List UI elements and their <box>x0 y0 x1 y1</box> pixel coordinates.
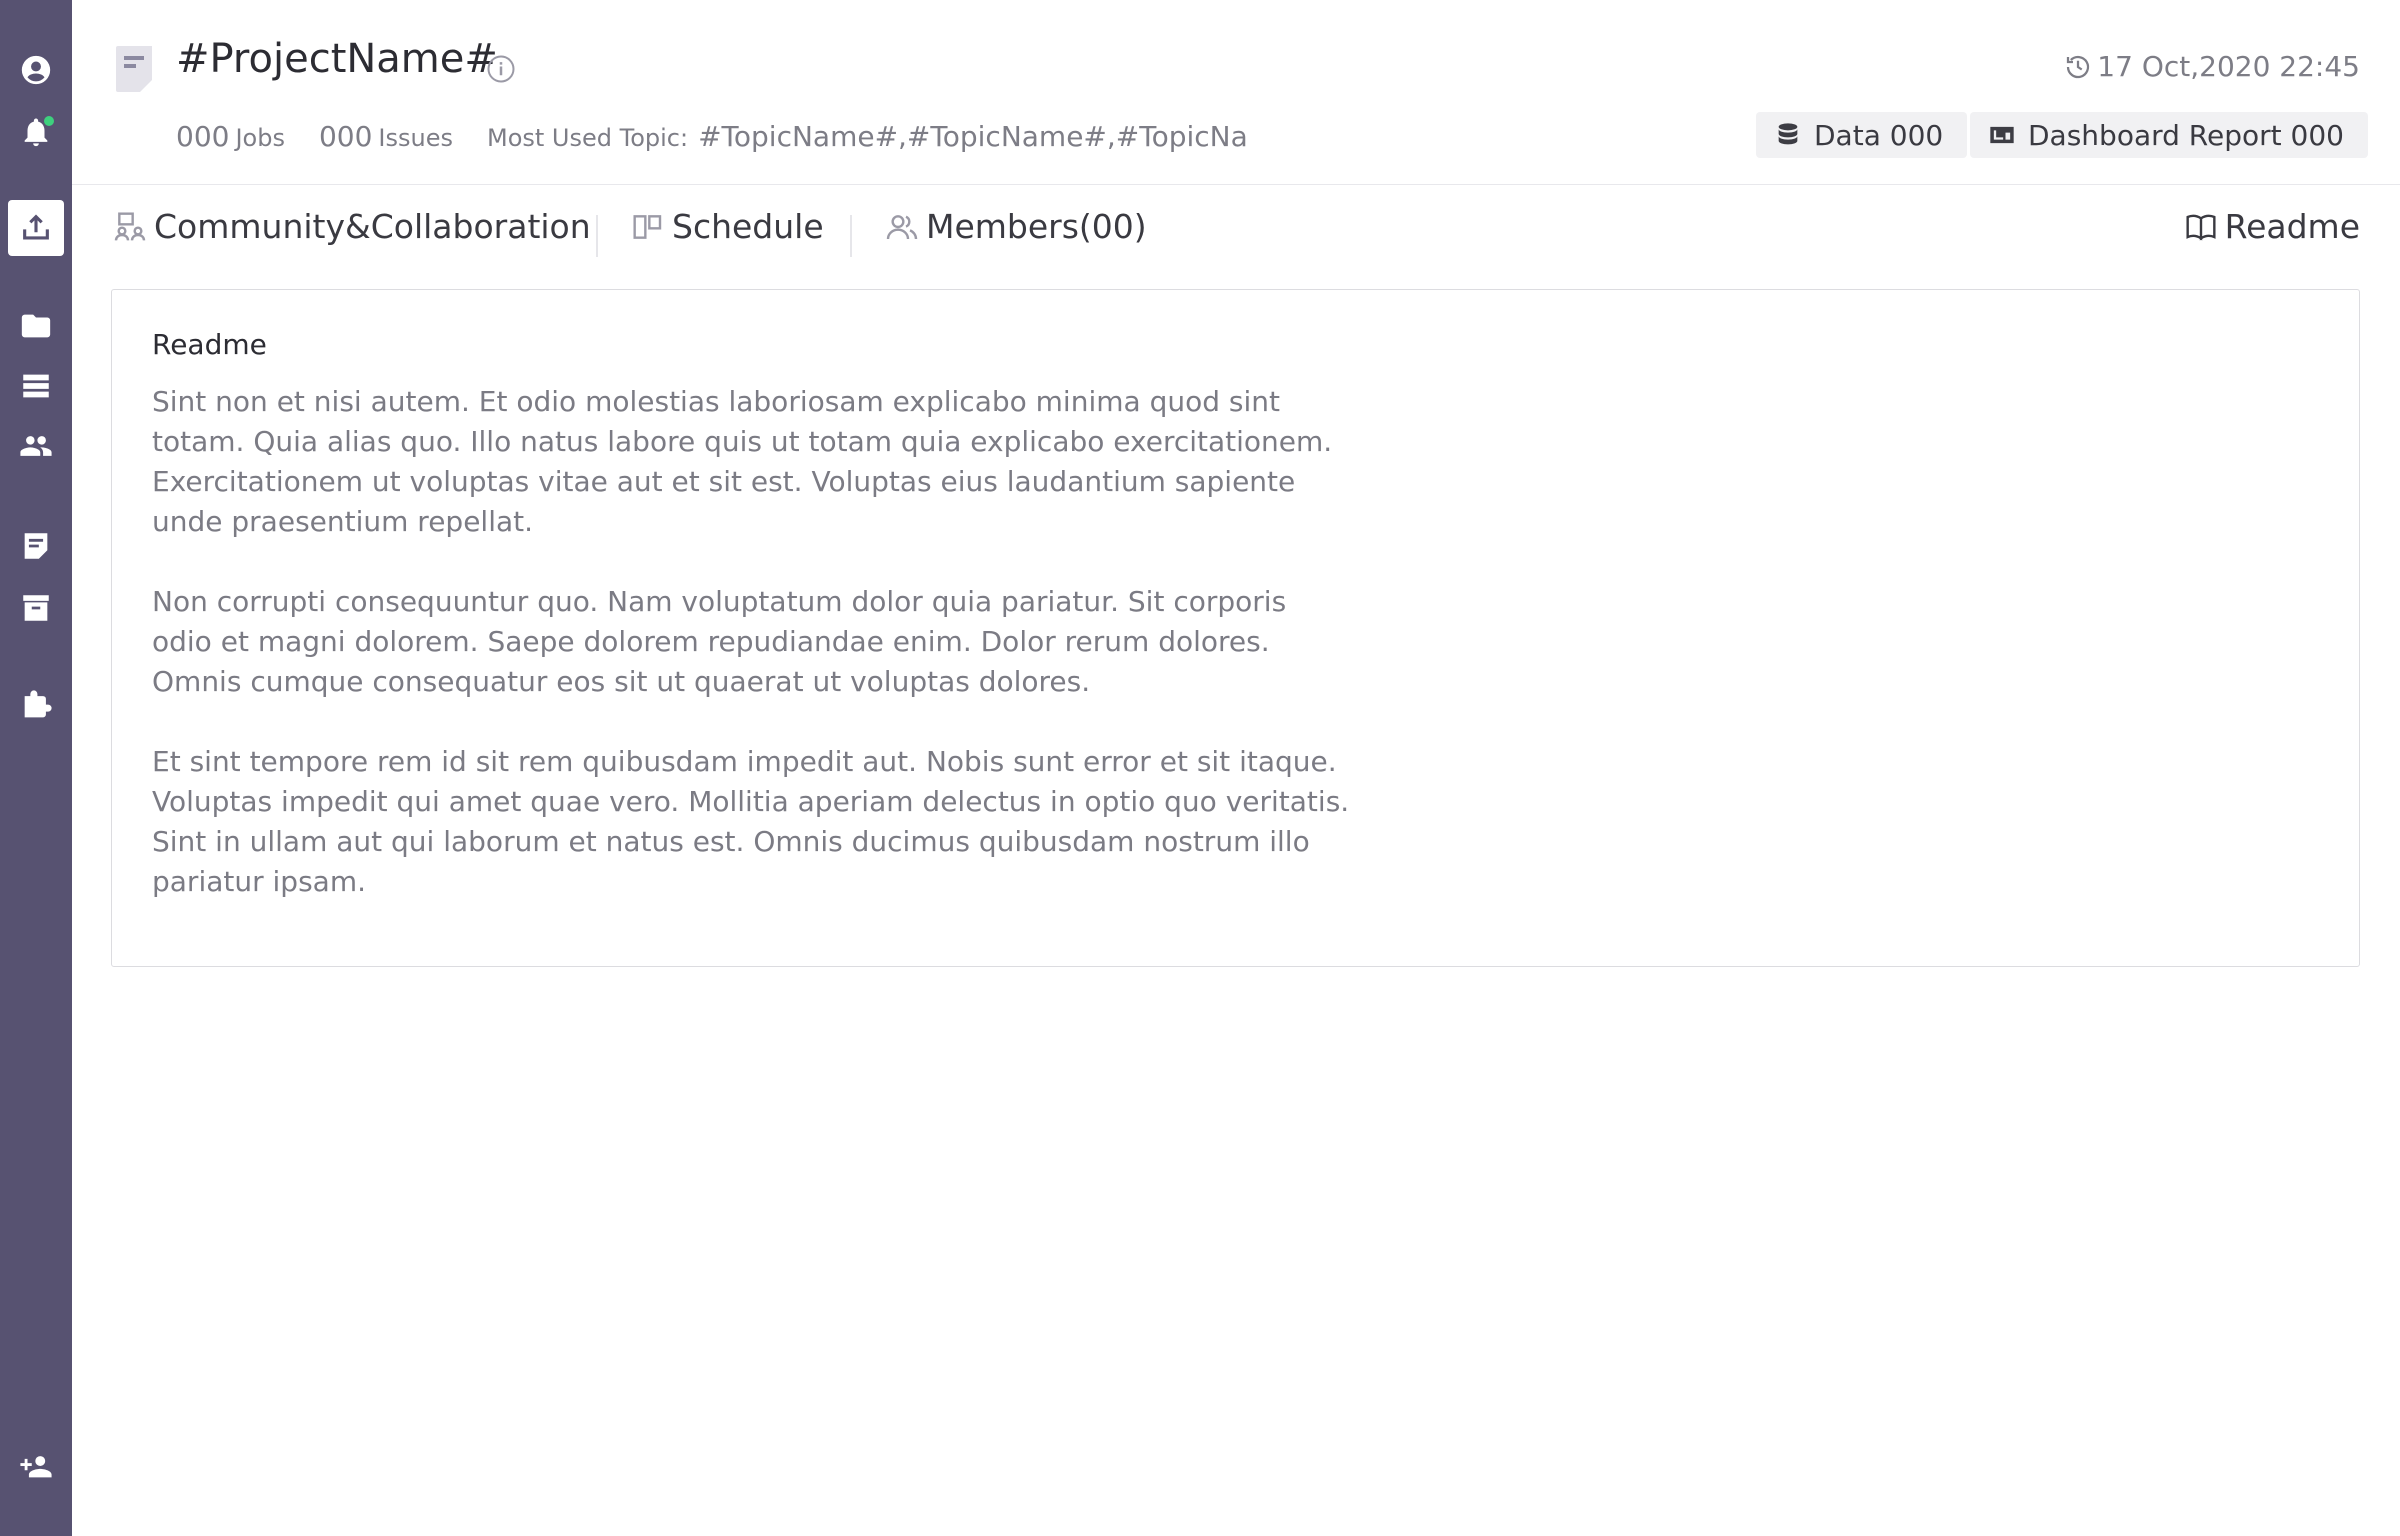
tab-members[interactable]: Members(00) <box>886 207 1147 246</box>
storage-icon[interactable] <box>8 358 64 414</box>
data-pill-label: Data 000 <box>1814 118 1944 152</box>
readme-paragraph: Sint non et nisi autem. Et odio molestia… <box>152 385 1333 538</box>
timestamp-text: 17 Oct,2020 22:45 <box>2097 50 2360 83</box>
account-icon[interactable] <box>8 42 64 98</box>
dashboard-report-pill[interactable]: Dashboard Report 000 <box>1970 112 2368 158</box>
info-icon[interactable] <box>486 54 516 84</box>
issues-label: Issues <box>378 124 453 152</box>
project-title: #ProjectName# <box>176 36 498 82</box>
community-icon <box>114 211 146 240</box>
readme-link[interactable]: Readme <box>2185 207 2360 246</box>
project-header: #ProjectName# 17 Oct,2020 22:45 000 Jobs… <box>72 0 2400 185</box>
note-icon[interactable] <box>8 518 64 574</box>
upload-icon[interactable] <box>8 200 64 256</box>
readme-paragraph: Non corrupti consequuntur quo. Nam volup… <box>152 585 1287 698</box>
tab-schedule-label: Schedule <box>672 207 824 246</box>
tab-community-label: Community&Collaboration <box>154 207 591 246</box>
notification-dot <box>44 116 54 126</box>
last-updated: 17 Oct,2020 22:45 <box>2063 50 2360 83</box>
topic-label: Most Used Topic: <box>486 124 689 152</box>
book-icon <box>2186 214 2216 241</box>
tab-members-label: Members(00) <box>926 207 1147 246</box>
topic-list: #TopicName#,#TopicName#,#TopicNa <box>698 120 1248 153</box>
sidebar <box>0 0 72 1536</box>
tab-divider <box>850 215 852 257</box>
bell-icon[interactable] <box>8 104 64 160</box>
readme-card: Readme Sint non et nisi autem. Et odio m… <box>111 289 2360 967</box>
history-icon <box>2067 55 2090 78</box>
dashboard-pill-label: Dashboard Report 000 <box>2028 118 2344 152</box>
tab-community[interactable]: Community&Collaboration <box>114 207 591 246</box>
database-icon <box>1778 123 1798 145</box>
extension-icon[interactable] <box>8 678 64 734</box>
readme-paragraph: Et sint tempore rem id sit rem quibusdam… <box>152 745 1350 898</box>
document-icon <box>116 46 152 92</box>
readme-title: Readme <box>152 328 267 361</box>
jobs-count: 000 <box>176 120 230 153</box>
issues-count: 000 <box>318 120 373 153</box>
dashboard-icon <box>1990 126 2014 144</box>
tab-bar: Community&Collaboration Schedule Members… <box>72 185 2400 275</box>
archive-icon[interactable] <box>8 580 64 636</box>
data-pill[interactable]: Data 000 <box>1756 112 1968 158</box>
add-user-icon[interactable] <box>8 1438 64 1494</box>
members-icon <box>886 214 918 239</box>
people-icon[interactable] <box>8 418 64 474</box>
jobs-label: Jobs <box>235 124 285 152</box>
board-icon <box>633 214 662 239</box>
project-meta: 000 Jobs 000 Issues Most Used Topic: #To… <box>176 120 1248 153</box>
tab-schedule[interactable]: Schedule <box>632 207 824 246</box>
tab-divider <box>596 215 598 257</box>
folder-icon[interactable] <box>8 298 64 354</box>
readme-link-label: Readme <box>2224 207 2360 246</box>
